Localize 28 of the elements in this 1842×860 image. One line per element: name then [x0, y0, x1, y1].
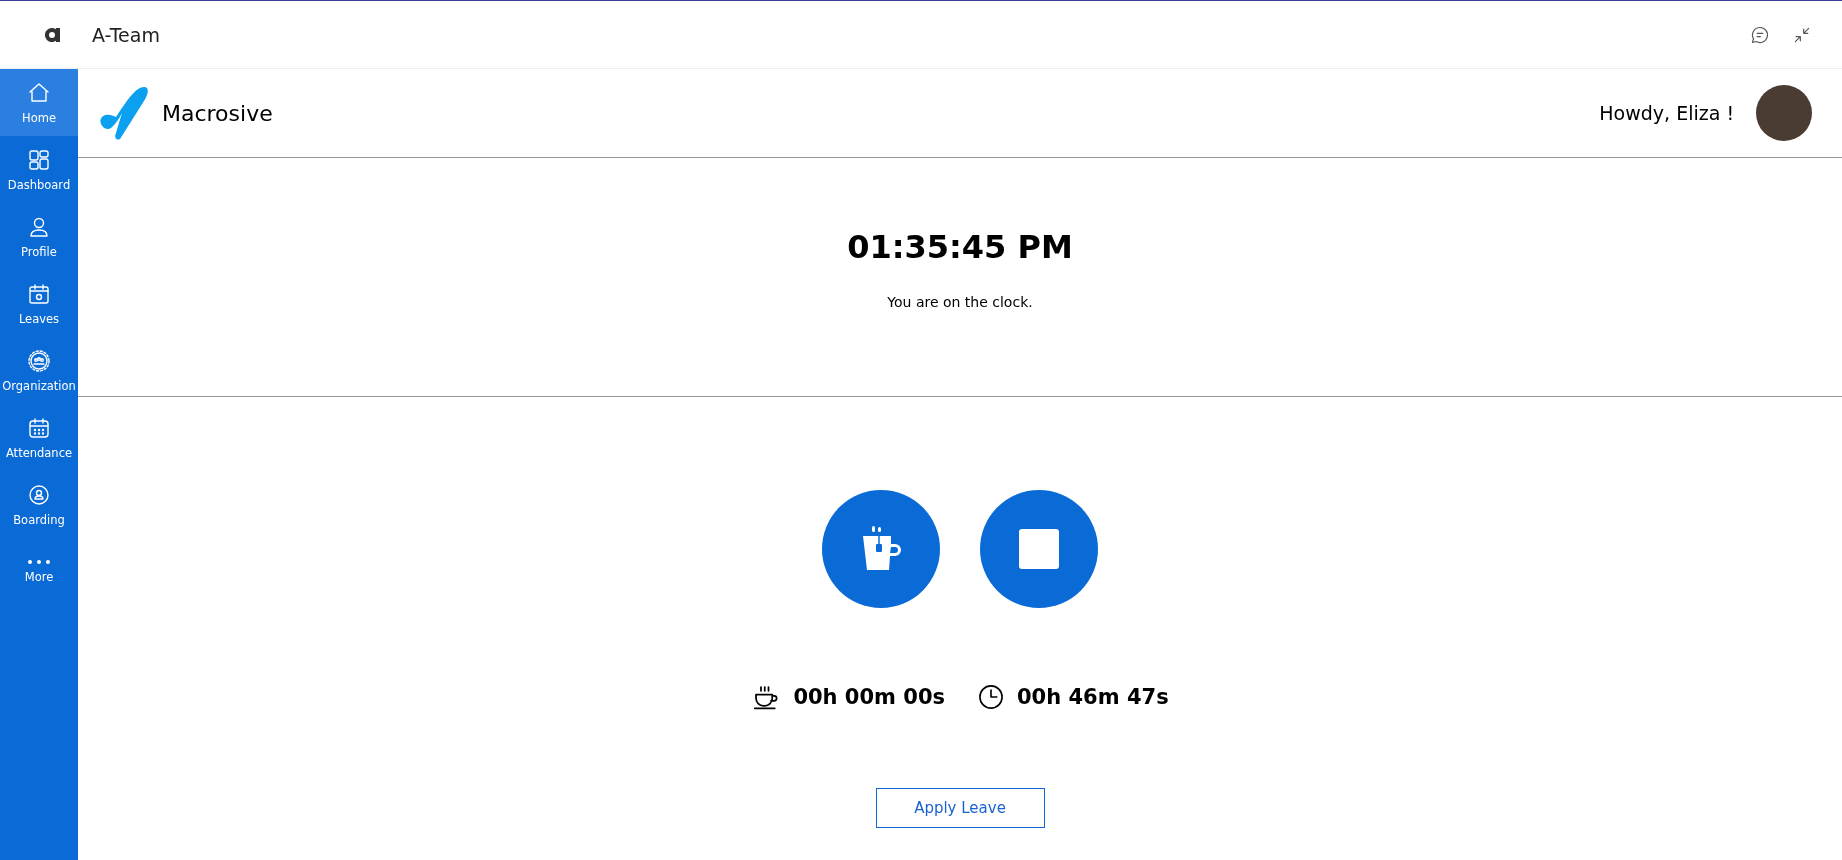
avatar[interactable]	[1756, 85, 1812, 141]
chat-icon	[1750, 24, 1770, 45]
sidebar-item[interactable]: Profile	[0, 203, 78, 270]
sidebar-item[interactable]: Dashboard	[0, 136, 78, 203]
dashboard-icon	[27, 147, 51, 172]
calendar-icon	[27, 415, 51, 440]
stop-icon	[1019, 529, 1059, 569]
more-icon	[28, 559, 50, 564]
clock-time: 01:35:45 PM	[847, 228, 1073, 266]
clock-status: You are on the clock.	[887, 294, 1033, 310]
calendar-icon	[27, 281, 51, 306]
sidebar-item[interactable]: Attendance	[0, 404, 78, 471]
sidebar-item[interactable]: Leaves	[0, 270, 78, 337]
app-title: A-Team	[92, 23, 160, 46]
greeting-text: Howdy, Eliza !	[1599, 102, 1734, 124]
home-icon	[27, 80, 51, 105]
apply-leave-button[interactable]: Apply Leave	[875, 788, 1045, 828]
sidebar-item[interactable]: Organization	[0, 337, 78, 404]
timer-value: 00h 00m 00s	[793, 685, 945, 709]
sidebar-item[interactable]: More	[0, 538, 78, 605]
gear-people-icon	[27, 348, 51, 373]
timer-value: 00h 46m 47s	[1017, 685, 1169, 709]
sidebar-item[interactable]: Boarding	[0, 471, 78, 538]
sidebar-item[interactable]: Home	[0, 69, 78, 136]
brand-name: Macrosive	[162, 100, 273, 126]
brand-logo-icon	[98, 85, 150, 141]
clock-icon	[977, 683, 1005, 711]
person-circle-icon	[27, 482, 51, 507]
